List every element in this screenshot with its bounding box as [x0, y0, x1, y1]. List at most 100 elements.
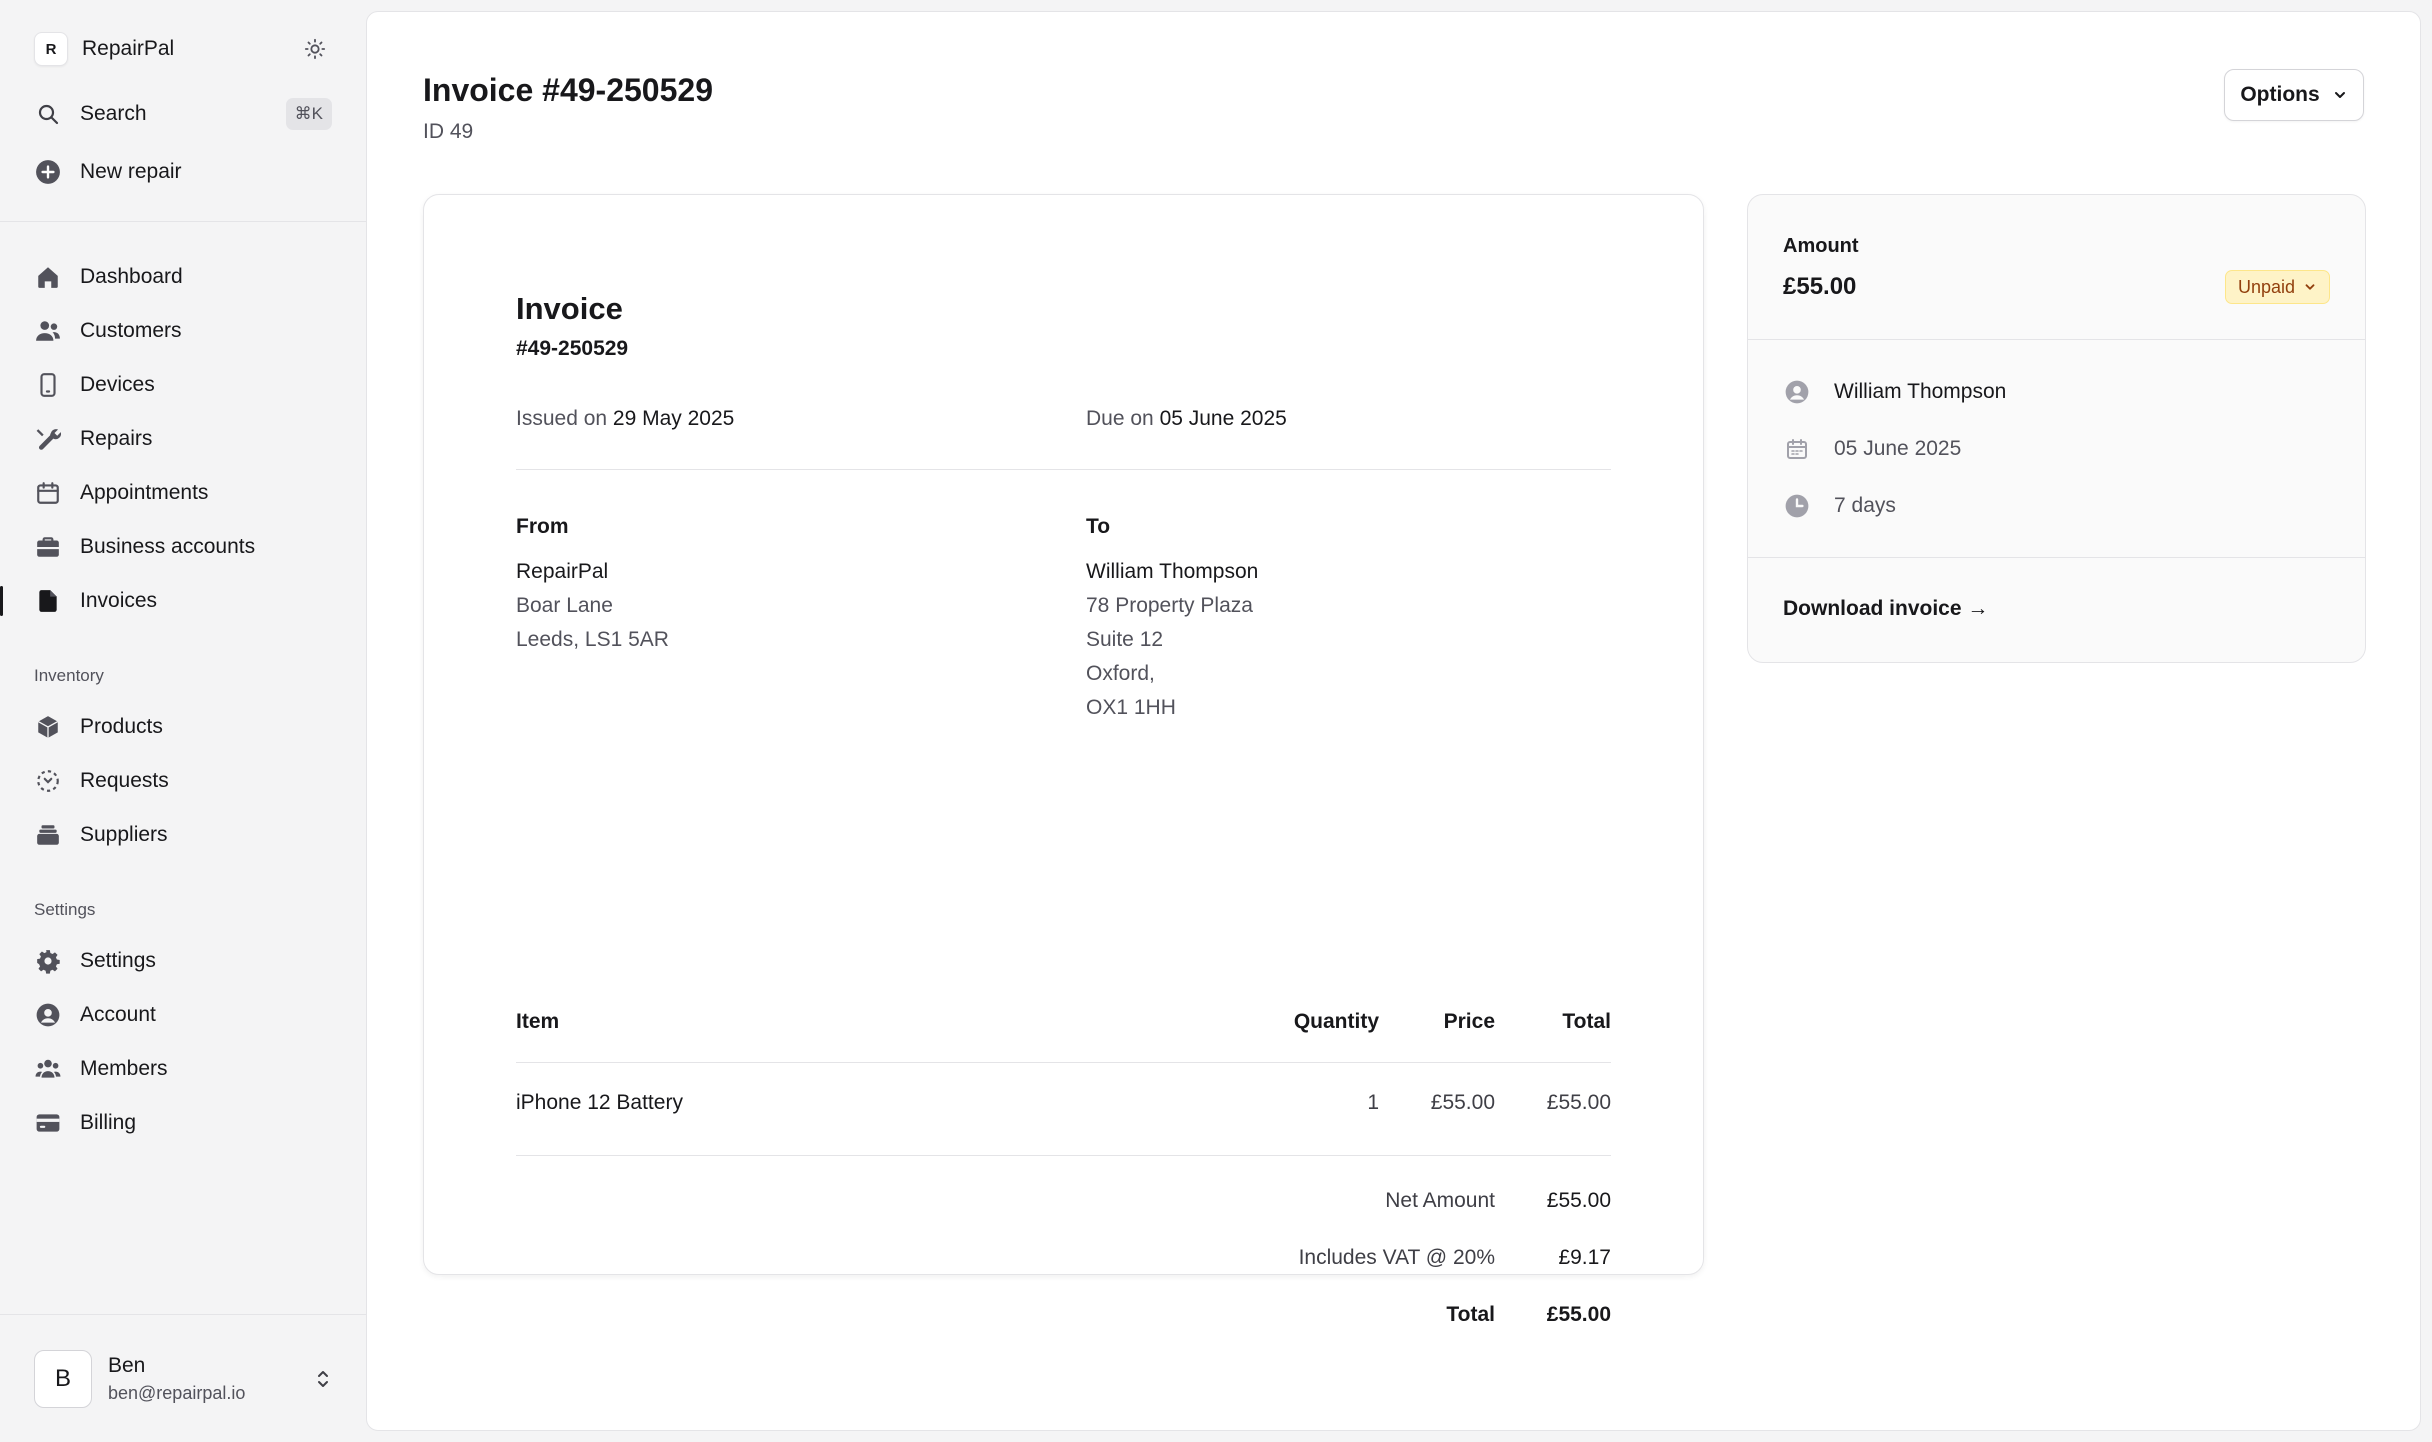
- app-name: RepairPal: [82, 37, 175, 60]
- group-icon: [34, 1055, 62, 1083]
- sidebar-item-label: Account: [80, 1003, 156, 1026]
- wrench-icon: [34, 425, 62, 453]
- vat-row: Includes VAT @ 20% £9.17: [1211, 1246, 1611, 1276]
- due-date-value: 05 June 2025: [1159, 407, 1287, 430]
- to-address: To William Thompson 78 Property Plaza Su…: [1086, 510, 1258, 725]
- plus-circle-icon: [34, 158, 62, 186]
- sidebar-divider: [0, 221, 366, 222]
- to-line: 78 Property Plaza: [1086, 594, 1253, 617]
- sidebar-item-requests[interactable]: Requests: [34, 754, 332, 808]
- from-address: From RepairPal Boar Lane Leeds, LS1 5AR: [516, 510, 669, 657]
- net-amount-label: Net Amount: [1385, 1189, 1495, 1212]
- divider: [516, 1062, 1611, 1063]
- sidebar-item-members[interactable]: Members: [34, 1042, 332, 1096]
- amount-label: Amount: [1783, 235, 1859, 257]
- user-circle-icon: [1783, 378, 1811, 406]
- briefcase-icon: [34, 533, 62, 561]
- sidebar-item-label: Settings: [80, 949, 156, 972]
- vat-value: £9.17: [1558, 1246, 1611, 1269]
- new-repair-label: New repair: [80, 160, 182, 183]
- invoice-document: Invoice #49-250529 Issued on 29 May 2025…: [423, 194, 1704, 1326]
- terms-line: 7 days: [1783, 492, 1896, 520]
- nav-section-settings: Settings: [34, 900, 96, 919]
- calendar-icon: [34, 479, 62, 507]
- invoice-summary-card: Amount £55.00 Unpaid William Thompson 05…: [1747, 194, 2366, 663]
- to-heading: To: [1086, 515, 1111, 538]
- sidebar-item-dashboard[interactable]: Dashboard: [34, 250, 332, 304]
- sidebar-item-label: Dashboard: [80, 265, 183, 288]
- sidebar: R RepairPal Search ⌘K New repair Dashboa…: [0, 0, 366, 1442]
- options-button[interactable]: Options: [2224, 69, 2364, 121]
- search-label: Search: [80, 102, 147, 125]
- sidebar-item-invoices[interactable]: Invoices: [0, 574, 332, 628]
- due-prefix: Due on: [1086, 407, 1154, 430]
- user-name: Ben: [108, 1353, 146, 1377]
- column-header-total: Total: [1562, 1010, 1611, 1033]
- sidebar-item-label: Products: [80, 715, 163, 738]
- sidebar-item-label: Requests: [80, 769, 169, 792]
- to-line: Oxford,: [1086, 662, 1155, 685]
- sidebar-item-devices[interactable]: Devices: [34, 358, 332, 412]
- user-menu[interactable]: B Ben ben@repairpal.io: [0, 1314, 366, 1442]
- main-panel: Invoice #49-250529 ID 49 Options Invoice…: [366, 11, 2421, 1431]
- invoice-heading: Invoice: [516, 291, 623, 326]
- page-title: Invoice #49-250529: [423, 72, 713, 108]
- user-email: ben@repairpal.io: [108, 1382, 246, 1403]
- sidebar-item-business-accounts[interactable]: Business accounts: [34, 520, 332, 574]
- to-name: William Thompson: [1086, 560, 1259, 583]
- search-icon: [34, 100, 62, 128]
- vat-label: Includes VAT @ 20%: [1298, 1246, 1495, 1269]
- item-total: £55.00: [1546, 1091, 1611, 1114]
- calendar-icon: [1783, 435, 1811, 463]
- sidebar-item-settings[interactable]: Settings: [34, 934, 332, 988]
- divider: [516, 469, 1611, 470]
- customer-name: William Thompson: [1834, 380, 2007, 403]
- to-line: OX1 1HH: [1086, 696, 1176, 719]
- status-badge[interactable]: Unpaid: [2224, 270, 2330, 304]
- chevron-down-icon: [2332, 87, 2348, 103]
- sidebar-item-account[interactable]: Account: [34, 988, 332, 1042]
- main-nav: Dashboard Customers Devices Repairs Appo…: [0, 250, 366, 1150]
- options-label: Options: [2240, 83, 2320, 106]
- sidebar-item-products[interactable]: Products: [34, 700, 332, 754]
- sidebar-item-repairs[interactable]: Repairs: [34, 412, 332, 466]
- credit-card-icon: [34, 1109, 62, 1137]
- clock-icon: [1783, 492, 1811, 520]
- app-logo: R: [34, 32, 68, 66]
- from-name: RepairPal: [516, 560, 609, 583]
- amount-value: £55.00: [1783, 273, 1857, 300]
- column-header-quantity: Quantity: [1293, 1010, 1379, 1033]
- column-header-price: Price: [1443, 1010, 1495, 1033]
- invoice-number: #49-250529: [516, 337, 629, 360]
- sidebar-item-label: Suppliers: [80, 823, 168, 846]
- grand-total-value: £55.00: [1546, 1303, 1611, 1326]
- user-circle-icon: [34, 1001, 62, 1029]
- app-switcher[interactable]: R RepairPal: [34, 29, 332, 69]
- due-date: Due on 05 June 2025: [1086, 407, 1287, 431]
- download-invoice-link[interactable]: Download invoice →: [1783, 597, 1988, 621]
- search-shortcut-badge: ⌘K: [285, 98, 332, 130]
- sidebar-item-billing[interactable]: Billing: [34, 1096, 332, 1150]
- status-label: Unpaid: [2237, 276, 2295, 297]
- sidebar-item-label: Business accounts: [80, 535, 256, 558]
- users-icon: [34, 317, 62, 345]
- chevron-up-down-icon[interactable]: [314, 1367, 332, 1391]
- customer-line: William Thompson: [1783, 378, 2006, 406]
- search-button[interactable]: Search ⌘K: [34, 87, 332, 141]
- nav-section-inventory: Inventory: [34, 666, 104, 685]
- gear-icon: [34, 947, 62, 975]
- column-header-item: Item: [516, 1010, 560, 1033]
- sidebar-item-label: Customers: [80, 319, 182, 342]
- sidebar-item-appointments[interactable]: Appointments: [34, 466, 332, 520]
- issued-date: Issued on 29 May 2025: [516, 407, 734, 431]
- sidebar-item-label: Repairs: [80, 427, 153, 450]
- chevron-down-icon: [2303, 280, 2317, 294]
- new-repair-button[interactable]: New repair: [34, 145, 332, 199]
- net-amount-value: £55.00: [1546, 1189, 1611, 1212]
- sidebar-item-suppliers[interactable]: Suppliers: [34, 808, 332, 862]
- sidebar-item-customers[interactable]: Customers: [34, 304, 332, 358]
- avatar: B: [34, 1349, 92, 1408]
- theme-toggle-button[interactable]: [298, 32, 332, 66]
- stack-icon: [34, 821, 62, 849]
- page-subtitle: ID 49: [423, 120, 474, 143]
